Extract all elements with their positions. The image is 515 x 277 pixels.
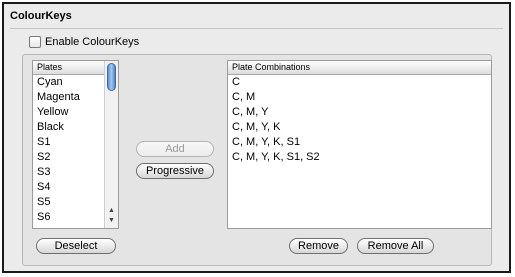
combination-item[interactable]: C (228, 75, 491, 90)
plates-list[interactable]: Plates Cyan Magenta Yellow Black S1 S2 S… (32, 60, 119, 229)
combination-item[interactable]: C, M, Y, K, S1, S2 (228, 150, 491, 165)
combination-item[interactable]: C, M, Y, K (228, 120, 491, 135)
scroll-down-arrow-icon[interactable]: ▼ (105, 216, 118, 226)
enable-colourkeys-label: Enable ColourKeys (45, 36, 140, 48)
plate-combinations-items: C C, M C, M, Y C, M, Y, K C, M, Y, K, S1… (228, 75, 491, 165)
deselect-button[interactable]: Deselect (36, 238, 116, 254)
enable-colourkeys-row[interactable]: Enable ColourKeys (29, 36, 139, 48)
title-divider (10, 28, 503, 29)
panel-title: ColourKeys (10, 10, 72, 22)
add-button[interactable]: Add (136, 141, 214, 157)
scroll-up-arrow-icon[interactable]: ▲ (105, 206, 118, 216)
combination-item[interactable]: C, M, Y, K, S1 (228, 135, 491, 150)
combination-item[interactable]: C, M (228, 90, 491, 105)
combination-item[interactable]: C, M, Y (228, 105, 491, 120)
plate-combinations-list[interactable]: Plate Combinations C C, M C, M, Y C, M, … (227, 60, 492, 229)
plates-scrollbar-thumb[interactable] (107, 63, 116, 91)
plates-scrollbar[interactable]: ▲ ▼ (104, 61, 118, 228)
remove-button[interactable]: Remove (289, 238, 348, 254)
progressive-button[interactable]: Progressive (136, 163, 214, 179)
plate-combinations-header[interactable]: Plate Combinations (228, 61, 491, 75)
remove-all-button[interactable]: Remove All (357, 238, 434, 254)
enable-colourkeys-checkbox[interactable] (29, 36, 41, 48)
